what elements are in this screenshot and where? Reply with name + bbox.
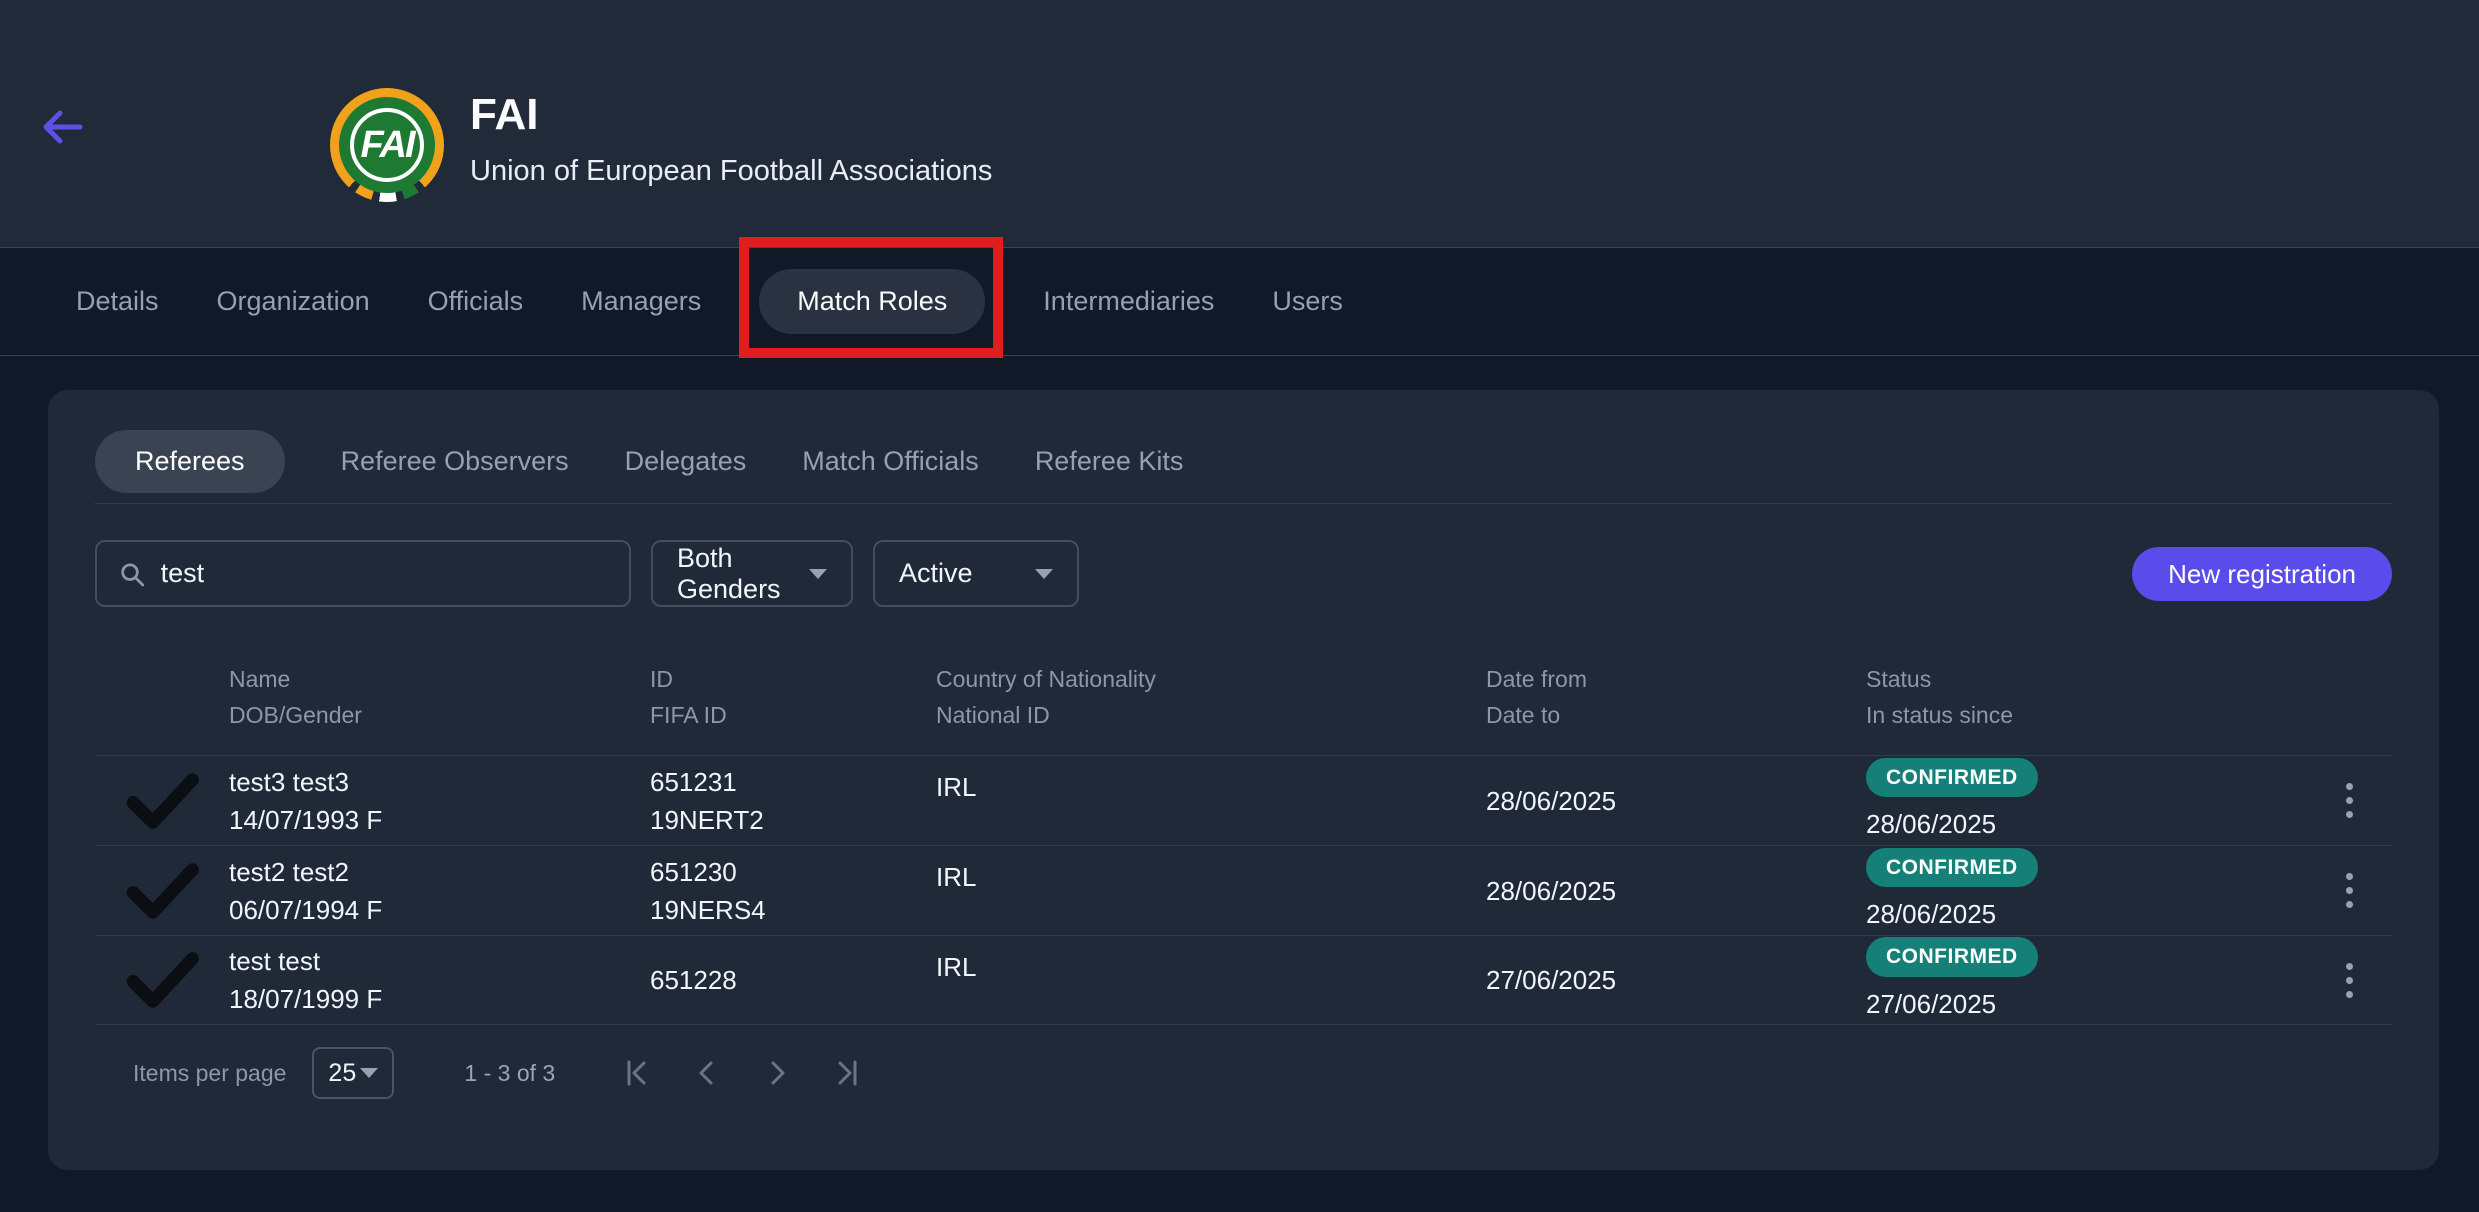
status-cell: CONFIRMED 28/06/2025 [1866, 758, 2306, 843]
content-card: Referees Referee Observers Delegates Mat… [48, 390, 2439, 1170]
last-page-icon [832, 1058, 862, 1088]
table-row[interactable]: test3 test3 14/07/1993 F 651231 19NERT2 … [95, 755, 2392, 845]
tab-match-roles-label: Match Roles [797, 286, 947, 316]
tab-users[interactable]: Users [1272, 286, 1343, 317]
subtab-referees[interactable]: Referees [95, 430, 285, 493]
chevron-down-icon [360, 1068, 378, 1078]
header-country: Country of NationalityNational ID [936, 661, 1486, 733]
new-registration-button[interactable]: New registration [2132, 547, 2392, 601]
status-cell: CONFIRMED 28/06/2025 [1866, 848, 2306, 933]
status-badge: CONFIRMED [1866, 848, 2038, 887]
country-cell: IRL [936, 846, 1486, 896]
subtab-delegates[interactable]: Delegates [625, 446, 747, 477]
country-cell: IRL [936, 936, 1486, 986]
tab-officials[interactable]: Officials [428, 286, 524, 317]
app-header: FAI FAI Union of European Football Assoc… [0, 0, 2479, 248]
row-actions-kebab-icon[interactable] [2346, 783, 2353, 818]
chevron-down-icon [1035, 569, 1053, 579]
search-icon [119, 560, 145, 588]
header-date: Date fromDate to [1486, 661, 1866, 733]
back-button[interactable] [38, 103, 86, 151]
tab-organization[interactable]: Organization [217, 286, 370, 317]
main-tab-bar: Details Organization Officials Managers … [0, 248, 2479, 356]
in-status-since: 28/06/2025 [1866, 805, 1996, 843]
logo-text: FAI [360, 124, 413, 167]
tab-intermediaries[interactable]: Intermediaries [1043, 286, 1214, 317]
country-cell: IRL [936, 756, 1486, 806]
status-filter-value: Active [899, 558, 973, 589]
search-box[interactable] [95, 540, 631, 607]
first-page-icon [622, 1058, 652, 1088]
org-header: FAI FAI Union of European Football Assoc… [330, 88, 992, 202]
name-cell: test2 test2 06/07/1994 F [229, 853, 650, 929]
items-per-page-label: Items per page [133, 1060, 286, 1087]
header-status: StatusIn status since [1866, 661, 2306, 733]
status-cell: CONFIRMED 27/06/2025 [1866, 937, 2306, 1022]
name-cell: test test 18/07/1999 F [229, 942, 650, 1018]
row-actions-kebab-icon[interactable] [2346, 873, 2353, 908]
filter-row: Both Genders Active New registration [95, 540, 2392, 607]
pagination-bar: Items per page 25 1 - 3 of 3 [95, 1047, 2392, 1099]
arrow-left-icon [40, 110, 84, 144]
id-cell: 651231 19NERT2 [650, 763, 936, 839]
row-actions-kebab-icon[interactable] [2346, 963, 2353, 998]
status-filter-dropdown[interactable]: Active [873, 540, 1079, 607]
checkmark-icon [95, 860, 229, 922]
page-subtitle: Union of European Football Associations [470, 155, 992, 188]
tab-match-roles[interactable]: Match Roles [759, 269, 985, 334]
subtab-referee-kits[interactable]: Referee Kits [1035, 446, 1184, 477]
tab-details[interactable]: Details [76, 286, 159, 317]
page-title: FAI [470, 90, 992, 141]
in-status-since: 28/06/2025 [1866, 895, 1996, 933]
table-header: NameDOB/Gender IDFIFA ID Country of Nati… [95, 661, 2392, 755]
last-page-button[interactable] [827, 1053, 867, 1093]
date-cell: 28/06/2025 [1486, 782, 1866, 820]
items-per-page-value: 25 [328, 1059, 356, 1088]
subtab-match-officials[interactable]: Match Officials [802, 446, 979, 477]
status-badge: CONFIRMED [1866, 937, 2038, 976]
header-id: IDFIFA ID [650, 661, 936, 733]
header-name: NameDOB/Gender [229, 661, 650, 733]
fai-logo: FAI [330, 88, 444, 202]
name-cell: test3 test3 14/07/1993 F [229, 763, 650, 839]
status-badge: CONFIRMED [1866, 758, 2038, 797]
referees-table: NameDOB/Gender IDFIFA ID Country of Nati… [95, 661, 2392, 1025]
subtab-referee-observers[interactable]: Referee Observers [341, 446, 569, 477]
date-cell: 27/06/2025 [1486, 961, 1866, 999]
next-page-button[interactable] [757, 1053, 797, 1093]
chevron-down-icon [809, 569, 827, 579]
pagination-range: 1 - 3 of 3 [464, 1060, 555, 1087]
first-page-button[interactable] [617, 1053, 657, 1093]
id-cell: 651230 19NERS4 [650, 853, 936, 929]
gender-filter-dropdown[interactable]: Both Genders [651, 540, 853, 607]
checkmark-icon [95, 949, 229, 1011]
subtab-bar: Referees Referee Observers Delegates Mat… [95, 430, 2392, 493]
logo-inner-ring: FAI [350, 108, 424, 182]
checkmark-icon [95, 770, 229, 832]
in-status-since: 27/06/2025 [1866, 985, 1996, 1023]
items-per-page-select[interactable]: 25 [312, 1047, 394, 1099]
id-cell: 651228 [650, 961, 936, 999]
subtab-divider [95, 503, 2392, 504]
previous-page-button[interactable] [687, 1053, 727, 1093]
table-row[interactable]: test test 18/07/1999 F 651228 IRL 27/06/… [95, 935, 2392, 1025]
next-page-icon [762, 1058, 792, 1088]
tab-managers[interactable]: Managers [581, 286, 701, 317]
previous-page-icon [692, 1058, 722, 1088]
gender-filter-value: Both Genders [677, 543, 809, 605]
search-input[interactable] [161, 558, 607, 589]
date-cell: 28/06/2025 [1486, 872, 1866, 910]
table-row[interactable]: test2 test2 06/07/1994 F 651230 19NERS4 … [95, 845, 2392, 935]
